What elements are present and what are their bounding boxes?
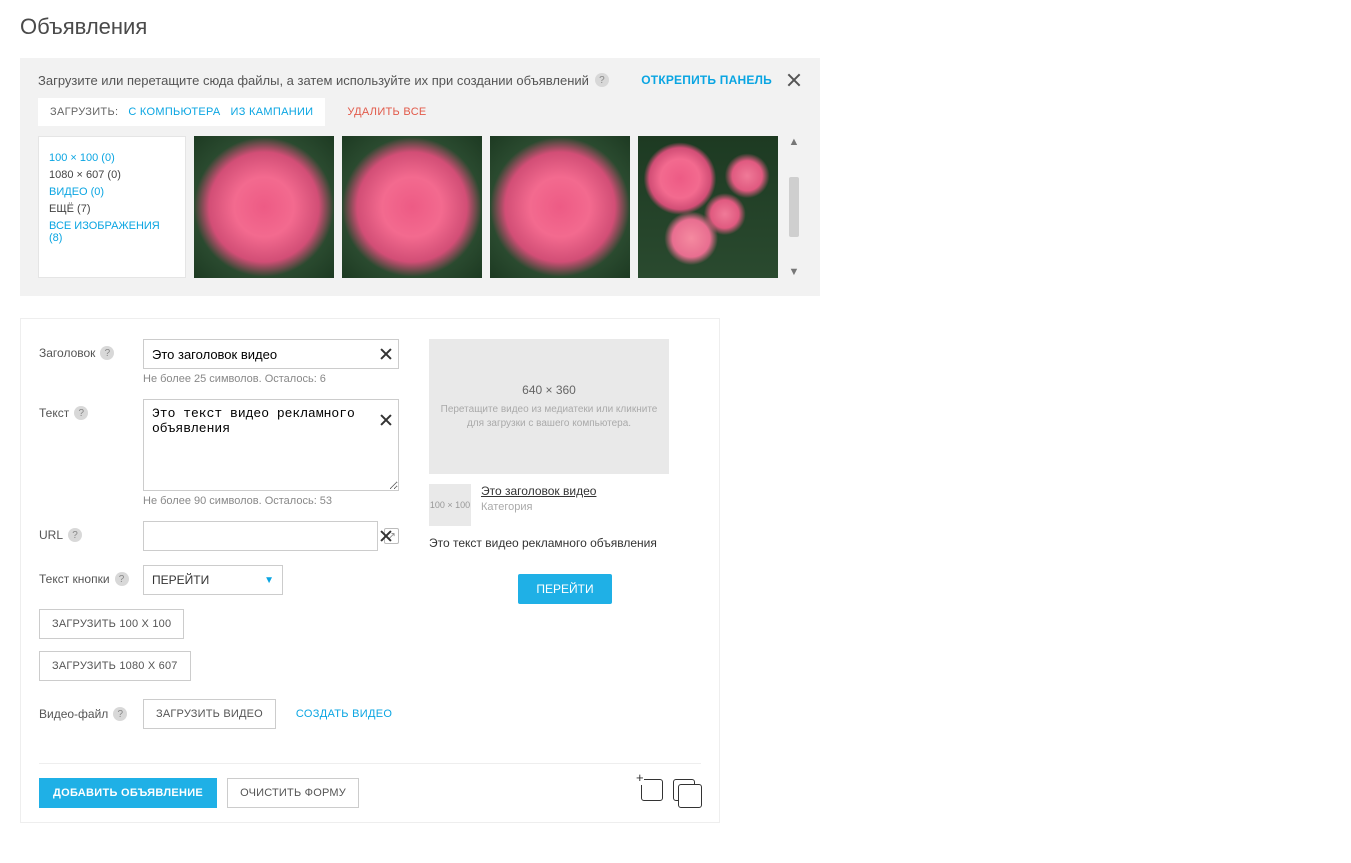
close-icon[interactable]: [786, 72, 802, 88]
upload-panel: Загрузите или перетащите сюда файлы, а з…: [20, 58, 820, 296]
title-input[interactable]: [143, 339, 399, 369]
unpin-panel-link[interactable]: ОТКРЕПИТЬ ПАНЕЛЬ: [641, 73, 772, 87]
scroll-thumb[interactable]: [789, 177, 799, 237]
clear-form-button[interactable]: ОЧИСТИТЬ ФОРМУ: [227, 778, 359, 808]
dropzone-dimensions: 640 × 360: [522, 383, 576, 397]
media-scrollbar[interactable]: ▲ ▼: [786, 136, 802, 278]
preview-text: Это текст видео рекламного объявления: [429, 536, 701, 550]
filter-more[interactable]: ЕЩЁ (7): [49, 203, 175, 215]
clear-icon[interactable]: [379, 347, 393, 361]
help-icon[interactable]: ?: [113, 707, 127, 721]
media-thumbnail[interactable]: [342, 136, 482, 278]
url-label: URL: [39, 528, 63, 542]
video-file-label: Видео-файл: [39, 707, 108, 721]
upload-instruction: Загрузите или перетащите сюда файлы, а з…: [38, 73, 609, 88]
dropzone-message: Перетащите видео из медиатеки или кликни…: [439, 403, 659, 431]
media-thumbnail[interactable]: [194, 136, 334, 278]
chevron-down-icon: ▼: [264, 575, 274, 586]
create-video-link[interactable]: СОЗДАТЬ ВИДЕО: [296, 708, 392, 720]
button-text-select[interactable]: ПЕРЕЙТИ ▼: [143, 565, 283, 595]
text-label: Текст: [39, 406, 69, 420]
video-dropzone[interactable]: 640 × 360 Перетащите видео из медиатеки …: [429, 339, 669, 474]
preview-cta-button[interactable]: ПЕРЕЙТИ: [518, 574, 611, 604]
media-thumbnail[interactable]: [638, 136, 778, 278]
upload-100x100-button[interactable]: ЗАГРУЗИТЬ 100 Х 100: [39, 609, 184, 639]
preview-category: Категория: [481, 501, 596, 513]
upload-source-tabs: ЗАГРУЗИТЬ: С КОМПЬЮТЕРА ИЗ КАМПАНИИ: [38, 98, 325, 126]
upload-from-campaign[interactable]: ИЗ КАМПАНИИ: [231, 106, 314, 118]
text-hint: Не более 90 символов. Осталось: 53: [143, 495, 399, 507]
copy-icon[interactable]: [673, 779, 695, 801]
title-hint: Не более 25 символов. Осталось: 6: [143, 373, 399, 385]
help-icon[interactable]: ?: [74, 406, 88, 420]
filter-all[interactable]: ВСЕ ИЗОБРАЖЕНИЯ (8): [49, 220, 175, 244]
scroll-up-icon[interactable]: ▲: [789, 136, 800, 148]
scroll-down-icon[interactable]: ▼: [789, 266, 800, 278]
upload-instruction-text: Загрузите или перетащите сюда файлы, а з…: [38, 73, 589, 88]
clear-icon[interactable]: [379, 529, 393, 543]
media-thumbnail[interactable]: [490, 136, 630, 278]
text-input[interactable]: [143, 399, 399, 491]
button-text-label: Текст кнопки: [39, 572, 110, 586]
add-group-icon[interactable]: [641, 779, 663, 801]
filter-1080x607[interactable]: 1080 × 607 (0): [49, 169, 175, 181]
help-icon[interactable]: ?: [115, 572, 129, 586]
delete-all-link[interactable]: УДАЛИТЬ ВСЕ: [347, 106, 426, 118]
preview-thumbnail-placeholder[interactable]: 100 × 100: [429, 484, 471, 526]
help-icon[interactable]: ?: [68, 528, 82, 542]
filter-video[interactable]: ВИДЕО (0): [49, 186, 175, 198]
filter-100x100[interactable]: 100 × 100 (0): [49, 152, 175, 164]
add-ad-button[interactable]: ДОБАВИТЬ ОБЪЯВЛЕНИЕ: [39, 778, 217, 808]
upload-video-button[interactable]: ЗАГРУЗИТЬ ВИДЕО: [143, 699, 276, 729]
upload-from-computer[interactable]: С КОМПЬЮТЕРА: [128, 106, 220, 118]
help-icon[interactable]: ?: [595, 73, 609, 87]
page-title: Объявления: [20, 14, 1331, 40]
upload-label: ЗАГРУЗИТЬ:: [50, 106, 118, 118]
media-thumbnails: [194, 136, 778, 278]
preview-title: Это заголовок видео: [481, 484, 596, 498]
button-text-value: ПЕРЕЙТИ: [152, 573, 209, 587]
help-icon[interactable]: ?: [100, 346, 114, 360]
media-filter-box: 100 × 100 (0) 1080 × 607 (0) ВИДЕО (0) Е…: [38, 136, 186, 278]
clear-icon[interactable]: [379, 413, 393, 427]
upload-1080x607-button[interactable]: ЗАГРУЗИТЬ 1080 Х 607: [39, 651, 191, 681]
ad-form-panel: Заголовок ? Не более 25 символов. Остало…: [20, 318, 720, 823]
url-input[interactable]: [143, 521, 378, 551]
title-label: Заголовок: [39, 346, 95, 360]
